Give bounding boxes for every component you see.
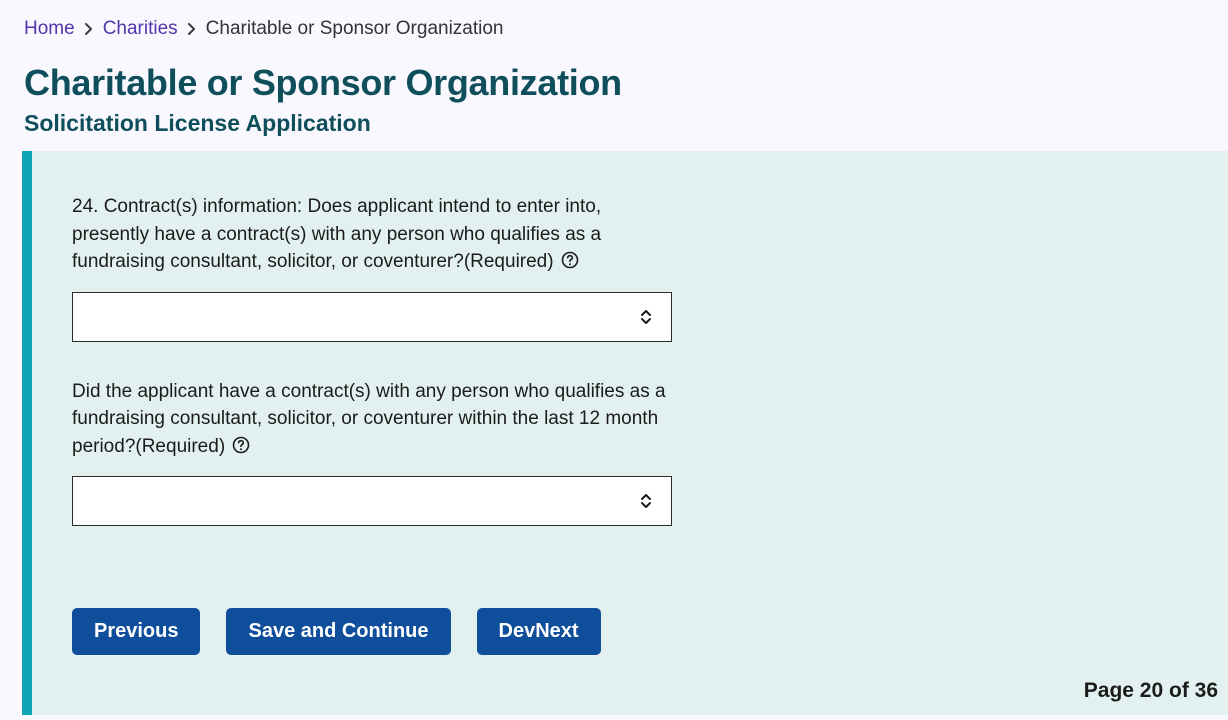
field-q24b: Did the applicant have a contract(s) wit… [72,378,672,527]
devnext-button[interactable]: DevNext [477,608,601,655]
breadcrumb: Home Charities Charitable or Sponsor Org… [24,18,1204,40]
chevron-right-icon [85,23,93,35]
save-and-continue-button[interactable]: Save and Continue [226,608,450,655]
previous-button[interactable]: Previous [72,608,200,655]
field-q24b-label: Did the applicant have a contract(s) wit… [72,378,672,463]
help-icon[interactable] [561,250,579,278]
field-q24-label-text: 24. Contract(s) information: Does applic… [72,196,601,272]
field-q24-label: 24. Contract(s) information: Does applic… [72,193,672,278]
chevron-right-icon [188,23,196,35]
select-q24b[interactable] [72,476,672,526]
help-icon[interactable] [232,435,250,463]
breadcrumb-home[interactable]: Home [24,18,75,40]
page-title: Charitable or Sponsor Organization [24,62,1204,104]
page-indicator: Page 20 of 36 [1084,679,1218,703]
field-q24: 24. Contract(s) information: Does applic… [72,193,672,342]
field-q24b-label-text: Did the applicant have a contract(s) wit… [72,381,666,457]
page-subtitle: Solicitation License Application [24,110,1204,137]
action-row: Previous Save and Continue DevNext [72,608,1178,655]
select-q24b-wrap [72,476,672,526]
breadcrumb-current: Charitable or Sponsor Organization [206,18,504,40]
breadcrumb-charities[interactable]: Charities [103,18,178,40]
select-q24[interactable] [72,292,672,342]
form-panel: 24. Contract(s) information: Does applic… [22,151,1228,715]
select-q24-wrap [72,292,672,342]
